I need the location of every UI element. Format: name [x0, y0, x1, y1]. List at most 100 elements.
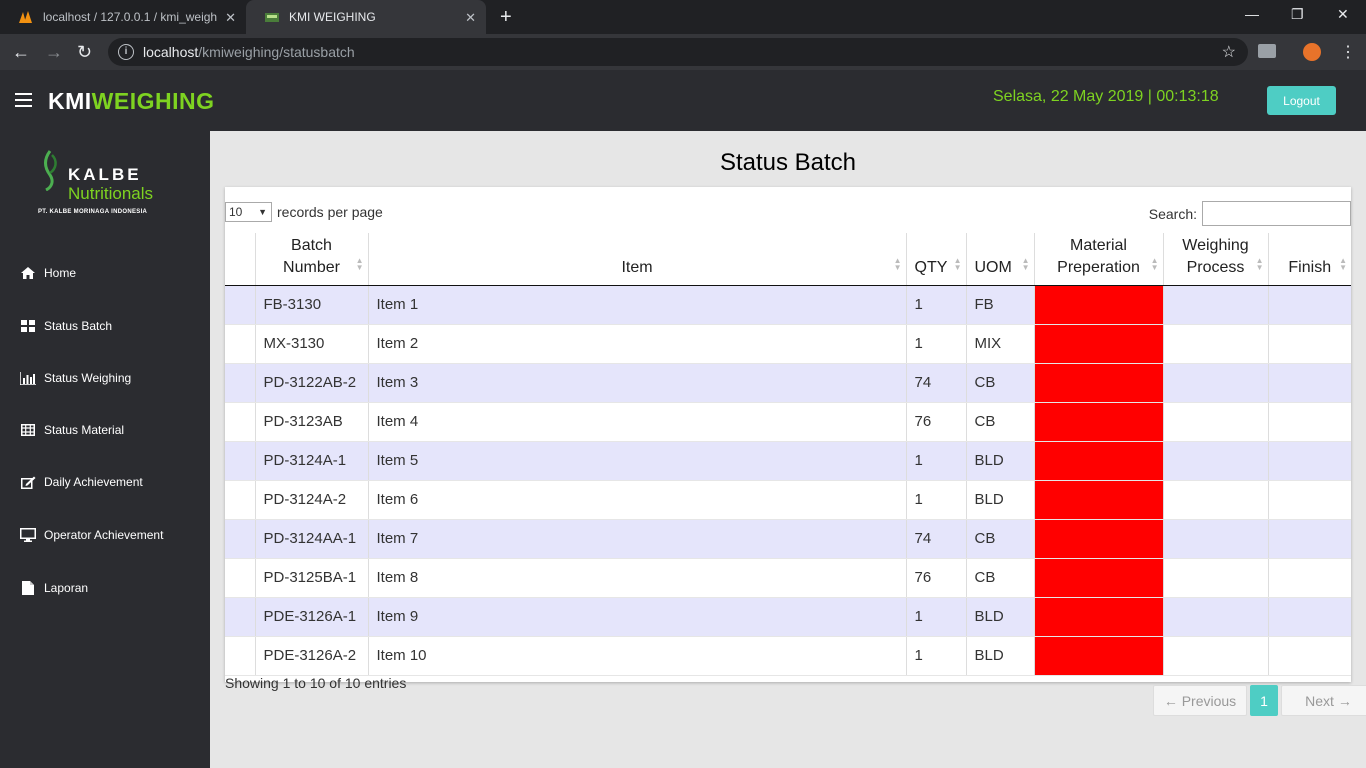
- cell-qty: 1: [905, 480, 966, 520]
- cell-batch-number: MX-3130: [254, 324, 368, 364]
- url-text: localhost/kmiweighing/statusbatch: [143, 44, 355, 60]
- app-header: KMIWEIGHING Selasa, 22 May 2019 | 00:13:…: [0, 70, 1366, 131]
- mail-extension-icon[interactable]: [1258, 44, 1276, 58]
- hamburger-menu-icon[interactable]: [15, 93, 32, 107]
- sidebar-item-status-material[interactable]: Status Material: [20, 420, 124, 440]
- table-row[interactable]: PD-3124AA-1 Item 7 74 CB: [225, 519, 1351, 559]
- current-datetime: Selasa, 22 May 2019 | 00:13:18: [993, 88, 1219, 105]
- edit-icon: [20, 475, 36, 489]
- cell-uom: BLD: [965, 441, 1034, 481]
- sidebar-item-laporan[interactable]: Laporan: [20, 578, 88, 598]
- cell-item: Item 9: [367, 597, 906, 637]
- cell-item: Item 7: [367, 519, 906, 559]
- table-row[interactable]: PD-3124A-2 Item 6 1 BLD: [225, 480, 1351, 520]
- page-title: Status Batch: [719, 149, 857, 176]
- main-content: Status Batch 10 ▼ records per page Search…: [210, 131, 1366, 768]
- search-input[interactable]: [1202, 201, 1351, 226]
- sort-icon: ▲ ▼: [355, 255, 364, 272]
- logout-button[interactable]: Logout: [1267, 86, 1336, 115]
- url-field[interactable]: i localhost/kmiweighing/statusbatch ☆: [108, 38, 1248, 66]
- table-row[interactable]: MX-3130 Item 2 1 MIX: [225, 324, 1351, 364]
- cell-qty: 74: [905, 363, 966, 403]
- restore-icon[interactable]: ❐: [1291, 6, 1304, 23]
- column-header-qty[interactable]: QTY ▲ ▼: [905, 233, 966, 286]
- table-row[interactable]: PDE-3126A-2 Item 10 1 BLD: [225, 636, 1351, 676]
- cell-index: [225, 402, 255, 442]
- close-tab-icon[interactable]: ✕: [225, 10, 236, 26]
- dropdown-arrow-icon: ▼: [258, 207, 267, 217]
- sidebar-item-status-weighing[interactable]: Status Weighing: [20, 368, 131, 388]
- column-header-uom[interactable]: UOM ▲ ▼: [965, 233, 1034, 286]
- site-info-icon[interactable]: i: [118, 44, 134, 60]
- cell-uom: BLD: [965, 480, 1034, 520]
- sidebar-item-operator-achievement[interactable]: Operator Achievement: [20, 525, 163, 545]
- cell-finish-status: [1267, 441, 1351, 481]
- new-tab-icon[interactable]: +: [500, 6, 512, 29]
- records-per-page-select[interactable]: 10 ▼: [225, 202, 272, 222]
- table-row[interactable]: PD-3124A-1 Item 5 1 BLD: [225, 441, 1351, 481]
- page-1-button[interactable]: 1: [1250, 685, 1278, 716]
- column-header-batch-number[interactable]: Batch Number ▲ ▼: [254, 233, 368, 286]
- cell-index: [225, 558, 255, 598]
- bar-chart-icon: [20, 371, 36, 385]
- cell-qty: 74: [905, 519, 966, 559]
- sort-icon: ▲ ▼: [1150, 255, 1159, 272]
- sort-icon: ▲ ▼: [953, 255, 962, 272]
- datatable-panel: 10 ▼ records per page Search: Batch Numbe…: [225, 187, 1351, 682]
- next-page-button[interactable]: Next →: [1281, 685, 1366, 716]
- column-header-material-preperation[interactable]: Material Preperation ▲ ▼: [1033, 233, 1163, 286]
- bookmark-star-icon[interactable]: ☆: [1222, 42, 1236, 62]
- browser-tab-kmi-weighing[interactable]: KMI WEIGHING ✕: [246, 0, 486, 34]
- sort-icon: ▲ ▼: [1021, 255, 1030, 272]
- table-row[interactable]: PD-3125BA-1 Item 8 76 CB: [225, 558, 1351, 598]
- table-icon: [20, 423, 36, 437]
- sidebar-item-status-batch[interactable]: Status Batch: [20, 316, 112, 336]
- sidebar-item-home[interactable]: Home: [20, 263, 76, 283]
- cell-weighing-process-status: [1162, 480, 1268, 520]
- cell-uom: FB: [965, 285, 1034, 325]
- browser-address-bar: ← → ↻ i localhost/kmiweighing/statusbatc…: [0, 34, 1366, 70]
- browser-menu-icon[interactable]: ⋮: [1340, 42, 1356, 62]
- sidebar-item-daily-achievement[interactable]: Daily Achievement: [20, 472, 143, 492]
- table-row[interactable]: PD-3122AB-2 Item 3 74 CB: [225, 363, 1351, 403]
- column-header-weighing-process[interactable]: Weighing Process ▲ ▼: [1162, 233, 1268, 286]
- previous-page-button[interactable]: ← Previous: [1153, 685, 1247, 716]
- browser-tab-phpmyadmin[interactable]: localhost / 127.0.0.1 / kmi_weigh ✕: [0, 0, 246, 34]
- minimize-icon[interactable]: —: [1245, 6, 1259, 22]
- reload-icon[interactable]: ↻: [77, 42, 92, 63]
- cell-finish-status: [1267, 636, 1351, 676]
- cell-weighing-process-status: [1162, 636, 1268, 676]
- window-close-icon[interactable]: ✕: [1337, 6, 1349, 23]
- cell-item: Item 1: [367, 285, 906, 325]
- column-header-finish[interactable]: Finish ▲ ▼: [1267, 233, 1351, 286]
- cell-finish-status: [1267, 285, 1351, 325]
- scale-icon: [264, 10, 280, 24]
- cell-uom: CB: [965, 363, 1034, 403]
- cell-index: [225, 441, 255, 481]
- sidebar: KALBE Nutritionals PT. KALBE MORINAGA IN…: [0, 131, 210, 768]
- cell-qty: 1: [905, 324, 966, 364]
- desktop-icon: [20, 528, 36, 542]
- sort-icon: ▲ ▼: [1339, 255, 1347, 272]
- cell-material-preperation-status: [1033, 519, 1163, 559]
- cell-uom: CB: [965, 519, 1034, 559]
- grid-icon: [20, 319, 36, 333]
- table-row[interactable]: PDE-3126A-1 Item 9 1 BLD: [225, 597, 1351, 637]
- home-icon: [20, 266, 36, 280]
- cell-qty: 1: [905, 597, 966, 637]
- forward-icon[interactable]: →: [45, 42, 63, 63]
- table-row[interactable]: PD-3123AB Item 4 76 CB: [225, 402, 1351, 442]
- cell-finish-status: [1267, 480, 1351, 520]
- column-header-item[interactable]: Item ▲ ▼: [367, 233, 906, 286]
- table-row[interactable]: FB-3130 Item 1 1 FB: [225, 285, 1351, 325]
- cell-index: [225, 597, 255, 637]
- table-header-row: Batch Number ▲ ▼ Item ▲ ▼ QTY ▲ ▼ UOM ▲ ▼ Materi…: [225, 233, 1351, 286]
- cell-batch-number: PDE-3126A-2: [254, 636, 368, 676]
- cell-finish-status: [1267, 363, 1351, 403]
- profile-avatar[interactable]: [1303, 43, 1321, 61]
- kalbe-leaf-icon: [44, 150, 57, 191]
- cell-finish-status: [1267, 597, 1351, 637]
- close-tab-icon[interactable]: ✕: [465, 10, 476, 26]
- back-icon[interactable]: ←: [12, 42, 30, 63]
- cell-material-preperation-status: [1033, 324, 1163, 364]
